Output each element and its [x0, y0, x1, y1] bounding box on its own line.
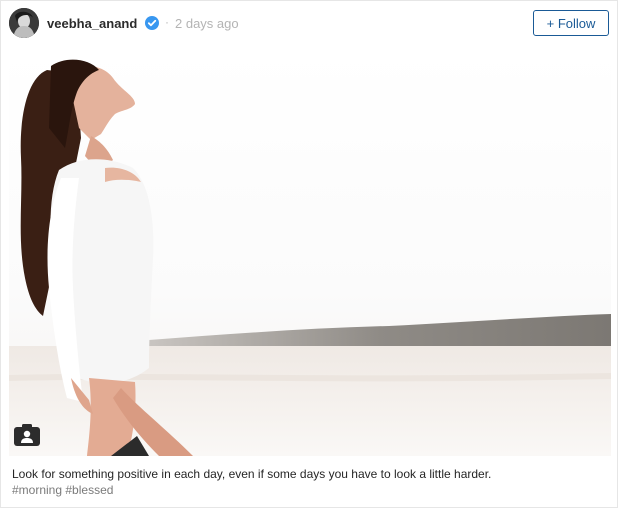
- post-photo[interactable]: [9, 48, 611, 456]
- instagram-post-card: veebha_anand · 2 days ago + Follow Look …: [0, 0, 618, 508]
- meta-separator: ·: [165, 15, 169, 29]
- verified-badge-icon: [145, 16, 159, 30]
- hashtag-list: #morning #blessed: [12, 482, 113, 498]
- hashtag-link[interactable]: #morning: [12, 483, 62, 497]
- hashtag-link[interactable]: #blessed: [65, 483, 113, 497]
- post-timestamp[interactable]: 2 days ago: [175, 16, 239, 31]
- follow-button[interactable]: + Follow: [533, 10, 609, 36]
- post-header: veebha_anand · 2 days ago + Follow: [1, 1, 619, 47]
- tagged-people-icon[interactable]: [14, 424, 40, 446]
- user-avatar[interactable]: [9, 8, 39, 38]
- post-caption: Look for something positive in each day,…: [12, 467, 492, 481]
- username-link[interactable]: veebha_anand: [47, 16, 137, 31]
